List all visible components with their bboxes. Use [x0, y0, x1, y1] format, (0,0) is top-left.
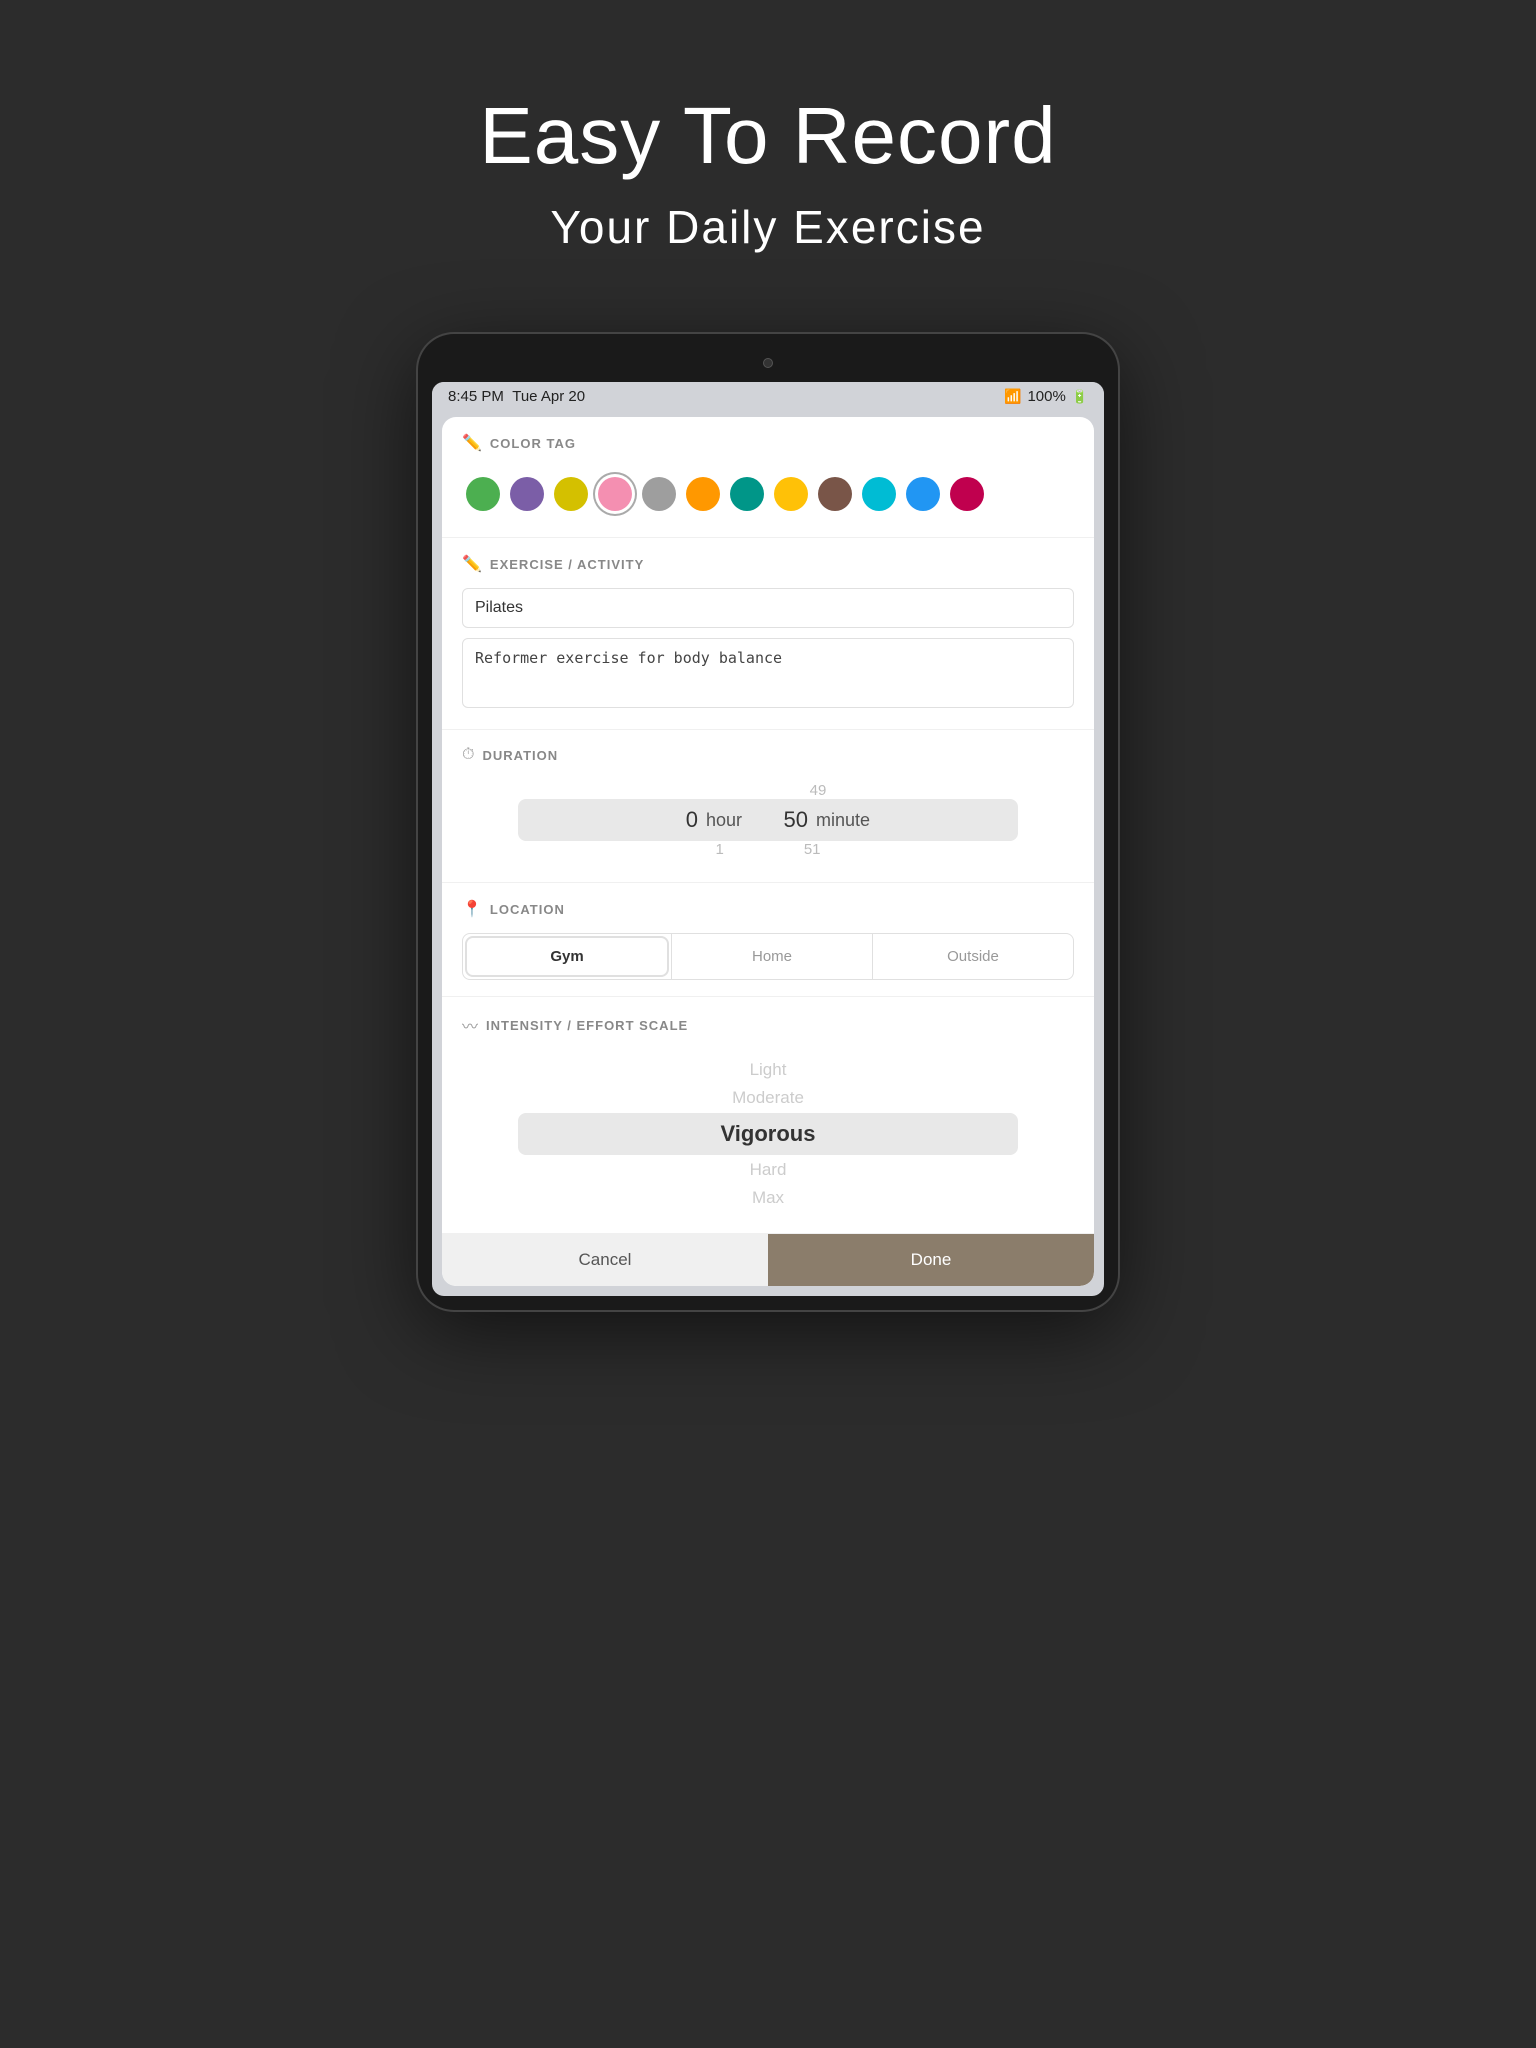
- bottom-buttons: Cancel Done: [442, 1233, 1094, 1286]
- intensity-option-light[interactable]: Light: [750, 1057, 787, 1083]
- color-dot-teal[interactable]: [730, 477, 764, 511]
- duration-section: ⏱ DURATION 49 0 hour 50 minute 1: [442, 730, 1094, 883]
- color-dot-orange[interactable]: [686, 477, 720, 511]
- location-section: 📍 LOCATION GymHomeOutside: [442, 883, 1094, 997]
- battery-percentage: 100%: [1027, 388, 1065, 405]
- duration-above-minutes: 49: [810, 782, 827, 799]
- location-btn-outside[interactable]: Outside: [873, 934, 1073, 979]
- tablet-device: 8:45 PM Tue Apr 20 📶 100% 🔋 ✏️ COLOR TAG: [418, 334, 1118, 1310]
- tablet-screen: 8:45 PM Tue Apr 20 📶 100% 🔋 ✏️ COLOR TAG: [432, 382, 1104, 1296]
- activity-input[interactable]: [462, 588, 1074, 628]
- form-card: ✏️ COLOR TAG ✏️ EXERCISE / ACTIVITY Refo…: [442, 417, 1094, 1286]
- location-btn-home[interactable]: Home: [672, 934, 872, 979]
- intensity-icon: 〰: [462, 1013, 478, 1037]
- color-dot-cyan[interactable]: [862, 477, 896, 511]
- color-dots-container: [462, 467, 1074, 521]
- duration-above-row: 49: [518, 782, 1018, 799]
- duration-icon: ⏱: [462, 746, 474, 764]
- duration-minute-value: 50: [768, 807, 808, 833]
- intensity-option-moderate[interactable]: Moderate: [732, 1085, 804, 1111]
- exercise-icon: ✏️: [462, 554, 482, 574]
- duration-below-hour: 1: [715, 841, 723, 858]
- color-tag-section: ✏️ COLOR TAG: [442, 417, 1094, 538]
- color-tag-label: COLOR TAG: [490, 436, 576, 451]
- color-dot-green[interactable]: [466, 477, 500, 511]
- hero-subtitle: Your Daily Exercise: [550, 200, 985, 254]
- location-buttons: GymHomeOutside: [462, 933, 1074, 980]
- location-label: LOCATION: [490, 902, 565, 917]
- color-dot-pink[interactable]: [598, 477, 632, 511]
- color-dot-crimson[interactable]: [950, 477, 984, 511]
- duration-scroll[interactable]: 49 0 hour 50 minute 1 51: [462, 778, 1074, 866]
- intensity-picker[interactable]: LightModerateVigorousHardMax: [462, 1051, 1074, 1217]
- duration-label: DURATION: [482, 748, 558, 763]
- color-dot-purple[interactable]: [510, 477, 544, 511]
- location-icon: 📍: [462, 899, 482, 919]
- duration-hour-value: 0: [658, 807, 698, 833]
- color-dot-brown[interactable]: [818, 477, 852, 511]
- tablet-camera: [763, 358, 773, 368]
- intensity-label: INTENSITY / EFFORT SCALE: [486, 1018, 688, 1033]
- duration-below-minute: 51: [804, 841, 821, 858]
- duration-hour-unit: hour: [698, 810, 768, 831]
- color-dot-yellow[interactable]: [554, 477, 588, 511]
- exercise-section: ✏️ EXERCISE / ACTIVITY Reformer exercise…: [442, 538, 1094, 730]
- battery-icon: 🔋: [1072, 389, 1088, 405]
- color-dot-blue[interactable]: [906, 477, 940, 511]
- duration-selected-bar: 0 hour 50 minute: [518, 799, 1018, 841]
- intensity-option-hard[interactable]: Hard: [750, 1157, 787, 1183]
- description-input[interactable]: Reformer exercise for body balance: [462, 638, 1074, 708]
- done-button[interactable]: Done: [768, 1234, 1094, 1286]
- intensity-section: 〰 INTENSITY / EFFORT SCALE LightModerate…: [442, 997, 1094, 1233]
- tag-icon: ✏️: [462, 433, 482, 453]
- cancel-button[interactable]: Cancel: [442, 1234, 768, 1286]
- wifi-icon: 📶: [1004, 388, 1021, 405]
- duration-minute-unit: minute: [808, 810, 878, 831]
- hero-title: Easy To Record: [479, 90, 1056, 182]
- location-btn-gym[interactable]: Gym: [465, 936, 669, 977]
- color-dot-amber[interactable]: [774, 477, 808, 511]
- duration-below-row: 1 51: [518, 841, 1018, 858]
- exercise-label: EXERCISE / ACTIVITY: [490, 557, 644, 572]
- intensity-option-vigorous[interactable]: Vigorous: [518, 1113, 1018, 1155]
- color-dot-gray[interactable]: [642, 477, 676, 511]
- intensity-option-max[interactable]: Max: [752, 1185, 784, 1211]
- status-bar: 8:45 PM Tue Apr 20 📶 100% 🔋: [432, 382, 1104, 411]
- status-time: 8:45 PM Tue Apr 20: [448, 388, 585, 405]
